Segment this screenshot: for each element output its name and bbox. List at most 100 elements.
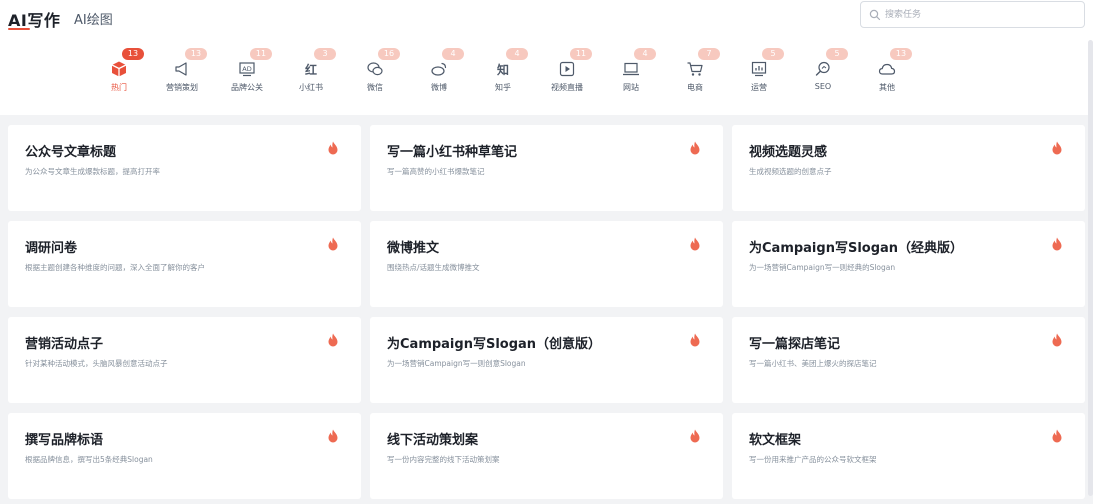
task-card[interactable]: 营销活动点子 针对某种活动模式，头脑风暴创意活动点子 [8, 317, 361, 403]
tab-ai-writing[interactable]: AI写作 [8, 7, 60, 31]
task-card-description: 为公众号文章生成爆款标题，提高打开率 [25, 167, 160, 176]
task-card-title: 微博推文 [387, 241, 440, 256]
category-label: SEO [814, 82, 832, 91]
category-operations[interactable]: 5 运营 [729, 48, 789, 106]
category-label: 微博 [431, 83, 447, 92]
fire-icon [1052, 141, 1062, 155]
category-strip: 13 热门 13 营销策划 11 AD 品牌公关 3 红 小红书 16 微信 4… [0, 40, 1093, 115]
category-count-badge: 13 [185, 48, 207, 60]
task-card[interactable]: 公众号文章标题 为公众号文章生成爆款标题，提高打开率 [8, 125, 361, 211]
svg-text:知: 知 [496, 62, 509, 77]
vertical-scrollbar[interactable] [1088, 40, 1093, 496]
category-ecommerce[interactable]: 7 电商 [665, 48, 725, 106]
weibo-icon [431, 62, 447, 76]
category-count-badge: 16 [378, 48, 400, 60]
category-label: 品牌公关 [231, 83, 263, 92]
task-card-description: 写一份内容完整的线下活动策划案 [387, 455, 500, 464]
task-card-title: 撰写品牌标语 [25, 433, 104, 448]
search-input[interactable] [885, 5, 1075, 25]
active-tab-underline [8, 28, 30, 30]
task-card-description: 根据主题创建各种维度的问题，深入全面了解你的客户 [25, 263, 205, 272]
category-count-badge: 5 [762, 48, 784, 60]
category-count-badge: 11 [570, 48, 592, 60]
category-zhihu[interactable]: 4 知 知乎 [473, 48, 533, 106]
fire-icon [328, 333, 338, 347]
category-label: 其他 [879, 83, 895, 92]
category-xiaohongshu[interactable]: 3 红 小红书 [281, 48, 341, 106]
category-count-badge: 11 [250, 48, 272, 60]
fire-icon [690, 237, 700, 251]
fire-icon [690, 141, 700, 155]
seo-search-icon [815, 61, 830, 76]
category-count-badge: 4 [442, 48, 464, 60]
category-website[interactable]: 4 网站 [601, 48, 661, 106]
task-card[interactable]: 为Campaign写Slogan（创意版） 为一场营销Campaign写一则创意… [370, 317, 723, 403]
category-weibo[interactable]: 4 微博 [409, 48, 469, 106]
video-play-icon [559, 61, 575, 77]
task-card-title: 为Campaign写Slogan（创意版） [387, 337, 602, 352]
category-other[interactable]: 13 其他 [857, 48, 917, 106]
category-label: 运营 [751, 83, 767, 92]
task-card-title: 软文框架 [749, 433, 802, 448]
category-hot[interactable]: 13 热门 [89, 48, 149, 106]
task-card-description: 写一份用来推广产品的公众号软文框架 [749, 455, 877, 464]
cloud-icon [878, 63, 896, 75]
category-wechat[interactable]: 16 微信 [345, 48, 405, 106]
zhihu-icon: 知 [496, 62, 509, 77]
search-box[interactable] [860, 1, 1085, 28]
task-card[interactable]: 为Campaign写Slogan（经典版） 为一场营销Campaign写一则经典… [732, 221, 1085, 307]
fire-icon [328, 141, 338, 155]
task-card[interactable]: 调研问卷 根据主题创建各种维度的问题，深入全面了解你的客户 [8, 221, 361, 307]
task-card-description: 写一篇小红书、美团上爆火的探店笔记 [749, 359, 877, 368]
task-card[interactable]: 视频选题灵感 生成视频选题的创意点子 [732, 125, 1085, 211]
cube-icon [111, 61, 127, 77]
task-card-title: 调研问卷 [25, 241, 78, 256]
category-count-badge: 4 [634, 48, 656, 60]
task-card-description: 为一场营销Campaign写一则创意Slogan [387, 359, 526, 368]
task-card-description: 根据品牌信息，撰写出5条经典Slogan [25, 455, 153, 464]
task-card[interactable]: 线下活动策划案 写一份内容完整的线下活动策划案 [370, 413, 723, 499]
svg-text:AD: AD [242, 65, 251, 73]
task-card-description: 为一场营销Campaign写一则经典的Slogan [749, 263, 896, 272]
task-card-title: 为Campaign写Slogan（经典版） [749, 241, 964, 256]
search-icon [869, 9, 881, 21]
task-card[interactable]: 撰写品牌标语 根据品牌信息，撰写出5条经典Slogan [8, 413, 361, 499]
top-bar: AI写作 AI绘图 [0, 0, 1093, 40]
task-card-title: 营销活动点子 [25, 337, 104, 352]
task-card-grid: 公众号文章标题 为公众号文章生成爆款标题，提高打开率 写一篇小红书种草笔记 写一… [0, 115, 1093, 504]
tab-ai-drawing-label: AI绘图 [74, 13, 113, 28]
category-count-badge: 4 [506, 48, 528, 60]
category-count-badge: 13 [890, 48, 912, 60]
fire-icon [690, 333, 700, 347]
task-card-description: 针对某种活动模式，头脑风暴创意活动点子 [25, 359, 168, 368]
task-card[interactable]: 软文框架 写一份用来推广产品的公众号软文框架 [732, 413, 1085, 499]
category-seo[interactable]: 5 SEO [793, 48, 853, 106]
category-label: 知乎 [495, 83, 511, 92]
ad-icon: AD [239, 62, 255, 77]
task-card[interactable]: 写一篇小红书种草笔记 写一篇高赞的小红书爆款笔记 [370, 125, 723, 211]
category-count-badge: 3 [314, 48, 336, 60]
task-card-description: 生成视频选题的创意点子 [749, 167, 832, 176]
category-label: 电商 [687, 83, 703, 92]
task-card-title: 公众号文章标题 [25, 145, 117, 160]
laptop-icon [623, 62, 639, 76]
fire-icon [328, 237, 338, 251]
task-card-title: 线下活动策划案 [387, 433, 479, 448]
fire-icon [328, 429, 338, 443]
category-label: 营销策划 [166, 83, 198, 92]
chart-monitor-icon [751, 61, 767, 77]
task-card-description: 围绕热点/话题生成微博推文 [387, 263, 480, 272]
task-card-description: 写一篇高赞的小红书爆款笔记 [387, 167, 485, 176]
category-brand-pr[interactable]: 11 AD 品牌公关 [217, 48, 277, 106]
task-card[interactable]: 写一篇探店笔记 写一篇小红书、美团上爆火的探店笔记 [732, 317, 1085, 403]
category-video-live[interactable]: 11 视频直播 [537, 48, 597, 106]
task-card[interactable]: 微博推文 围绕热点/话题生成微博推文 [370, 221, 723, 307]
category-count-badge: 7 [698, 48, 720, 60]
task-card-title: 写一篇探店笔记 [749, 337, 841, 352]
wechat-icon [367, 62, 383, 76]
task-card-title: 视频选题灵感 [749, 145, 828, 160]
tab-ai-drawing[interactable]: AI绘图 [74, 9, 113, 28]
fire-icon [690, 429, 700, 443]
category-marketing-plan[interactable]: 13 营销策划 [152, 48, 212, 106]
category-label: 小红书 [299, 83, 323, 92]
